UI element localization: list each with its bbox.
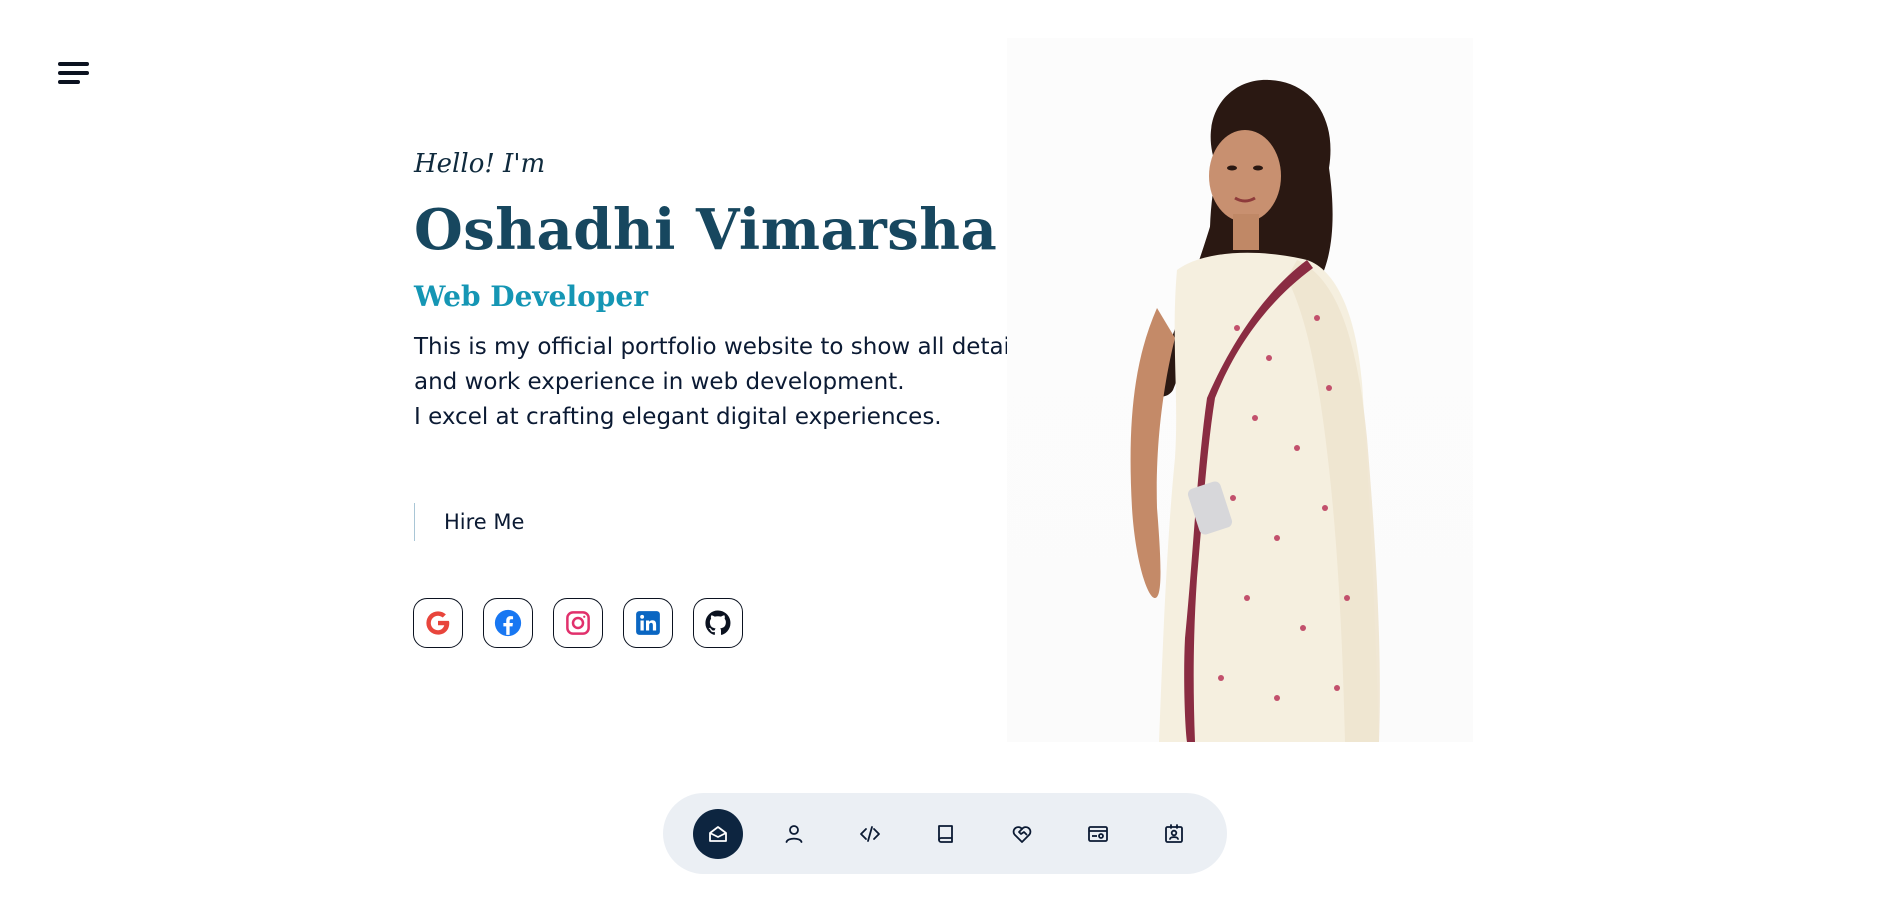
facebook-icon	[494, 609, 522, 637]
code-icon	[860, 825, 880, 842]
bottom-dock-nav	[663, 793, 1227, 874]
linkedin-link[interactable]	[623, 598, 673, 648]
description-line: This is my official portfolio website to…	[414, 334, 1029, 360]
home-icon	[709, 825, 727, 842]
description-line: and work experience in web development.	[414, 369, 905, 395]
google-icon	[426, 611, 450, 635]
google-link[interactable]	[413, 598, 463, 648]
book-icon	[938, 824, 953, 843]
dock-item-about[interactable]	[769, 809, 819, 859]
linkedin-icon	[636, 611, 660, 635]
dock-item-contact[interactable]	[1149, 809, 1199, 859]
instagram-icon	[566, 611, 590, 635]
user-icon	[785, 824, 803, 843]
profile-photo	[1007, 38, 1473, 742]
projects-icon	[1088, 825, 1108, 842]
dock-item-projects[interactable]	[1073, 809, 1123, 859]
heart-handshake-icon	[1012, 825, 1032, 843]
dock-item-skills[interactable]	[845, 809, 895, 859]
greeting: Hello! I'm	[414, 149, 546, 179]
role-subtitle: Web Developer	[414, 280, 648, 313]
description: This is my official portfolio website to…	[414, 330, 1034, 435]
social-links	[413, 598, 743, 648]
github-icon	[705, 610, 731, 635]
menu-icon[interactable]	[58, 62, 92, 94]
hero-section: Hello! I'm Oshadhi Vimarsha Web Develope…	[414, 144, 1028, 435]
instagram-link[interactable]	[553, 598, 603, 648]
contact-icon	[1165, 823, 1183, 843]
github-link[interactable]	[693, 598, 743, 648]
dock-item-services[interactable]	[997, 809, 1047, 859]
description-line: I excel at crafting elegant digital expe…	[414, 404, 942, 430]
facebook-link[interactable]	[483, 598, 533, 648]
hire-me-button[interactable]: Hire Me	[414, 503, 524, 541]
dock-item-home[interactable]	[693, 808, 743, 859]
portfolio-page: Hello! I'm Oshadhi Vimarsha Web Develope…	[0, 0, 1878, 911]
dock-item-education[interactable]	[921, 809, 971, 859]
page-title: Oshadhi Vimarsha	[414, 197, 998, 263]
